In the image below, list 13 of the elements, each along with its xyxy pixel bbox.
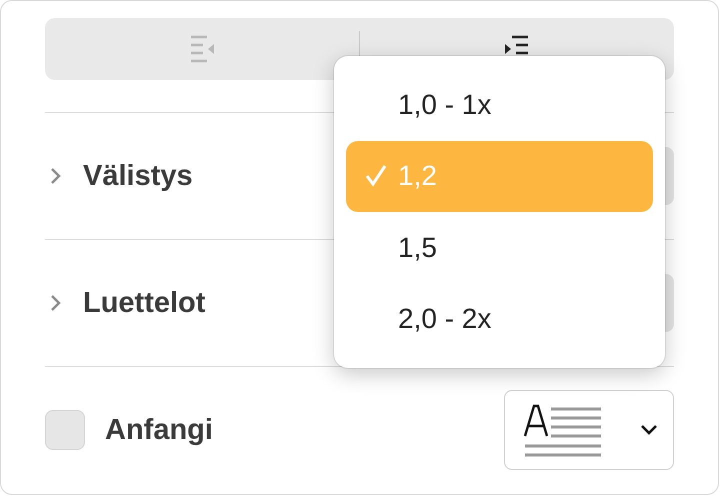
outdent-icon [189, 34, 215, 64]
checkbox-label: Anfangi [105, 414, 213, 446]
chevron-down-icon [639, 423, 659, 437]
checkbox[interactable] [45, 410, 85, 450]
chevron-icon [49, 166, 63, 186]
menu-item[interactable]: 1,5 [346, 212, 653, 283]
menu-item[interactable]: 1,0 - 1x [346, 70, 653, 140]
drop-cap-style-popup[interactable] [504, 390, 674, 470]
section-toggle[interactable]: Luettelot [45, 286, 206, 320]
chevron-icon [49, 293, 63, 313]
checkmark-icon [365, 164, 387, 188]
menu-item[interactable]: 2,0 - 2x [346, 284, 653, 354]
section-toggle[interactable]: Välistys [45, 160, 193, 192]
